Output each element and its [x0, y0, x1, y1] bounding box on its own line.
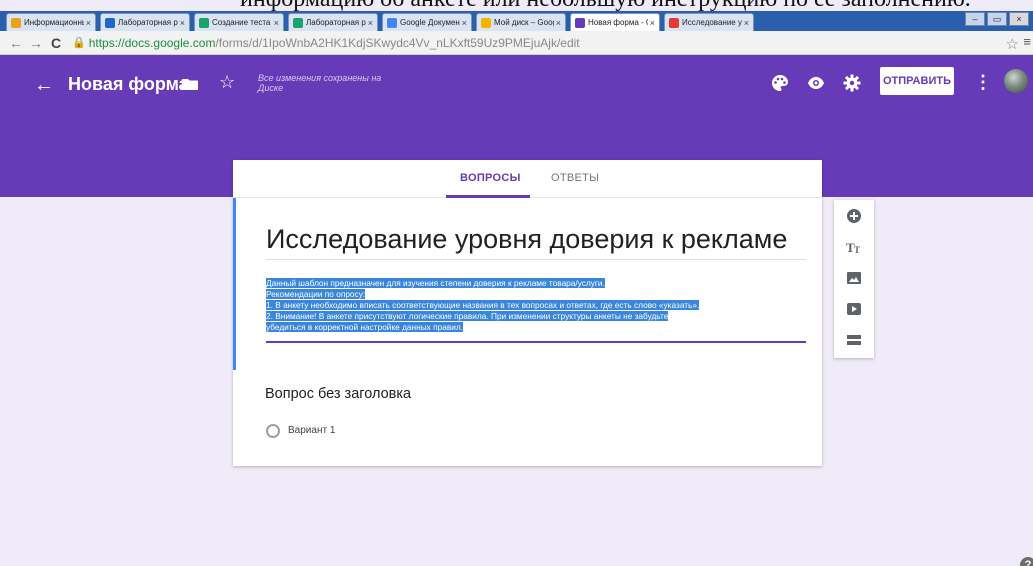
lock-icon: 🔒	[72, 37, 86, 49]
forward-nav-icon[interactable]: →	[26, 35, 46, 51]
bookmark-star-icon[interactable]: ☆	[1006, 35, 1019, 53]
address-bar: ← → C 🔒 https://docs.google.com /forms/d…	[0, 31, 1033, 55]
heading-divider	[266, 259, 806, 260]
maximize-button[interactable]: ▭	[987, 12, 1007, 26]
browser-tab[interactable]: Мой диск – Google×	[476, 13, 566, 31]
reload-icon[interactable]: C	[46, 35, 66, 51]
avatar[interactable]	[1004, 69, 1028, 93]
browser-tab[interactable]: Исследование ур ×	[664, 13, 754, 31]
tab-label: Google Документы	[400, 18, 460, 27]
tab-close-icon[interactable]: ×	[650, 18, 655, 28]
preview-eye-icon[interactable]	[807, 74, 825, 92]
tab-close-icon[interactable]: ×	[368, 18, 373, 28]
browser-tab-strip: Информационные×Лабораторная ра×Создание …	[0, 11, 1033, 31]
tab-favicon-icon	[105, 17, 115, 28]
description-focus-underline	[266, 341, 806, 343]
minimize-button[interactable]: –	[965, 12, 985, 26]
tab-favicon-icon	[387, 17, 397, 28]
browser-tab[interactable]: Google Документы×	[382, 13, 472, 31]
description-line: 2. Внимание! В анкете присутствуют логич…	[266, 311, 669, 321]
window-controls: – ▭ ×	[965, 12, 1029, 26]
settings-gear-icon[interactable]	[843, 74, 861, 92]
url-host: https://docs.google.com	[88, 35, 216, 50]
tab-favicon-icon	[293, 17, 303, 28]
star-icon[interactable]: ☆	[219, 72, 235, 93]
tab-close-icon[interactable]: ×	[462, 18, 467, 28]
url-field[interactable]: 🔒 https://docs.google.com /forms/d/1IpoW…	[72, 36, 580, 50]
image-icon[interactable]	[846, 270, 862, 286]
tab-close-icon[interactable]: ×	[180, 18, 185, 28]
tab-label: Новая форма - Go	[588, 18, 648, 27]
tab-favicon-icon	[575, 17, 585, 28]
tab-close-icon[interactable]: ×	[556, 18, 561, 28]
svg-text:T: T	[854, 245, 860, 255]
description-line: Рекомендации по опросу:	[266, 289, 366, 299]
option-label[interactable]: Вариант 1	[288, 425, 335, 436]
tab-label: Лабораторная ра	[306, 18, 366, 27]
question-title[interactable]: Вопрос без заголовка	[265, 386, 411, 402]
tab-label: Исследование ур	[682, 18, 742, 27]
back-arrow-icon[interactable]: ←	[34, 74, 54, 97]
browser-tab[interactable]: Лабораторная ра ×	[288, 13, 378, 31]
tab-close-icon[interactable]: ×	[86, 18, 91, 28]
more-vert-icon[interactable]: ⋮	[974, 72, 992, 93]
tab-favicon-icon	[481, 17, 491, 28]
tab-label: Лабораторная ра	[118, 18, 178, 27]
form-card: ВОПРОСЫ ОТВЕТЫ Исследование уровня довер…	[233, 160, 822, 466]
side-toolbar: T T	[834, 200, 874, 358]
tab-favicon-icon	[669, 17, 679, 28]
browser-tab[interactable]: Информационные×	[6, 13, 96, 31]
url-path: /forms/d/1IpoWnbA2HK1KdjSKwydc4Vv_nLKxft…	[215, 35, 580, 50]
palette-icon[interactable]	[771, 74, 789, 92]
tab-questions[interactable]: ВОПРОСЫ	[460, 172, 521, 184]
tab-favicon-icon	[199, 17, 209, 28]
tab-close-icon[interactable]: ×	[274, 18, 279, 28]
tab-favicon-icon	[11, 17, 21, 28]
tab-label: Мой диск – Google	[494, 18, 554, 27]
screen: информацию об анкете или небольшую инстр…	[0, 0, 1033, 566]
form-tabs: ВОПРОСЫ ОТВЕТЫ	[233, 160, 822, 198]
form-title[interactable]: Новая форма	[68, 74, 189, 95]
send-button[interactable]: ОТПРАВИТЬ	[880, 67, 954, 95]
title-text-icon[interactable]: T T	[846, 239, 862, 255]
save-status: Все изменения сохранены на Диске	[258, 73, 382, 93]
back-nav-icon[interactable]: ←	[6, 35, 26, 51]
help-icon[interactable]: ?	[1020, 557, 1033, 566]
radio-button[interactable]	[266, 424, 280, 438]
window-close-button[interactable]: ×	[1009, 12, 1029, 26]
browser-tab[interactable]: Лабораторная ра ×	[100, 13, 190, 31]
section-icon[interactable]	[846, 332, 862, 348]
description-line: убедиться в корректной настройке данных …	[266, 322, 464, 332]
browser-tab[interactable]: Новая форма - Go×	[570, 13, 660, 31]
browser-tab[interactable]: Создание теста с ×	[194, 13, 284, 31]
add-question-icon[interactable]	[846, 208, 862, 224]
video-icon[interactable]	[846, 301, 862, 317]
folder-icon[interactable]	[182, 78, 198, 90]
tab-close-icon[interactable]: ×	[744, 18, 749, 28]
tab-answers[interactable]: ОТВЕТЫ	[551, 172, 599, 184]
form-description[interactable]: Данный шаблон предназначен для изучения …	[266, 278, 806, 333]
form-heading[interactable]: Исследование уровня доверия к рекламе	[266, 224, 787, 255]
description-line: 1. В анкету необходимо вписать соответст…	[266, 300, 700, 310]
description-line: Данный шаблон предназначен для изучения …	[266, 278, 605, 288]
form-title-section[interactable]: Исследование уровня доверия к рекламе Да…	[233, 198, 822, 370]
tab-label: Создание теста с	[212, 18, 272, 27]
tab-label: Информационные	[24, 18, 84, 27]
browser-menu-icon[interactable]: ≡	[1023, 34, 1031, 49]
